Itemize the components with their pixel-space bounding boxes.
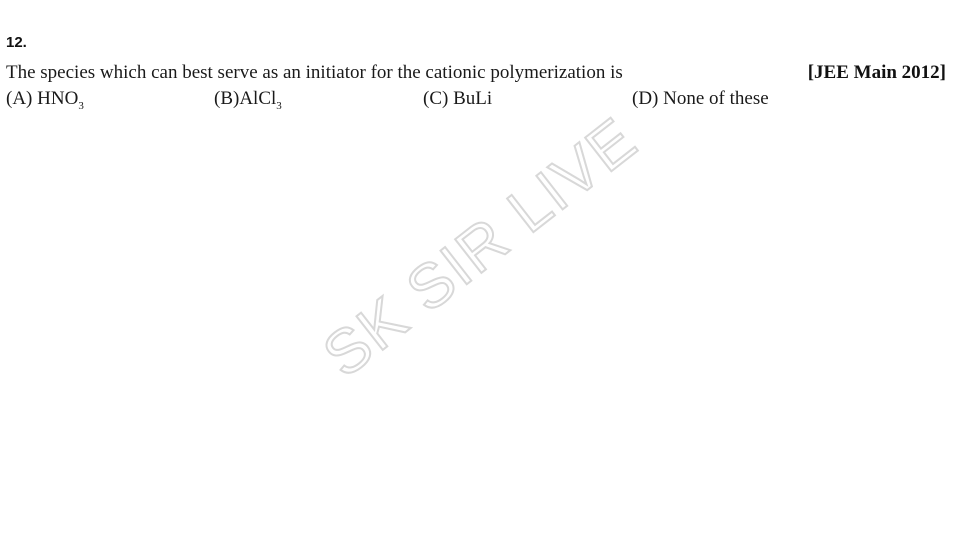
- option-text: None of these: [663, 88, 769, 109]
- option-subscript: 3: [78, 100, 84, 112]
- question-text: The species which can best serve as an i…: [6, 62, 623, 83]
- question-number: 12.: [6, 34, 27, 51]
- option-label: (D): [632, 88, 659, 109]
- option-subscript: 3: [276, 100, 282, 112]
- option-d: (D) None of these: [632, 88, 769, 110]
- exam-source: [JEE Main 2012]: [807, 62, 946, 83]
- option-text: HNO: [37, 88, 79, 109]
- option-text: AlCl: [239, 88, 277, 109]
- option-c: (C) BuLi: [423, 88, 492, 110]
- option-label: (C): [423, 88, 449, 109]
- watermark: SK SIR LIVE: [310, 103, 652, 391]
- option-text: BuLi: [453, 88, 493, 109]
- option-label: (A): [6, 88, 33, 109]
- option-label: (B): [214, 88, 240, 109]
- option-a: (A) HNO3: [6, 88, 84, 112]
- option-b: (B)AlCl3: [214, 88, 282, 112]
